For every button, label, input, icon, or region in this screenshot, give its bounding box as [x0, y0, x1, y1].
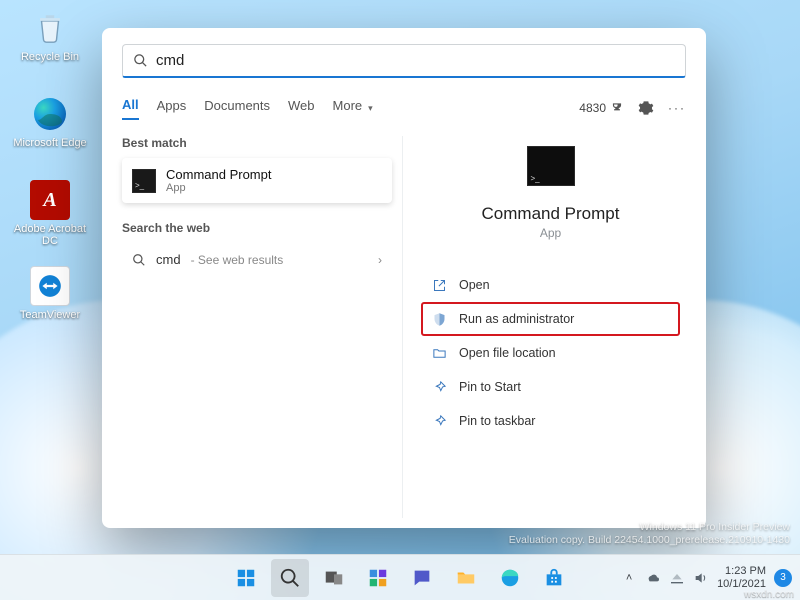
- widgets-icon: [367, 567, 389, 589]
- desktop-icon-label: TeamViewer: [20, 309, 80, 321]
- desktop-icon-recycle-bin[interactable]: Recycle Bin: [8, 8, 92, 80]
- search-web-label: Search the web: [122, 221, 392, 235]
- search-icon: [133, 53, 148, 68]
- desktop-icon-label: Adobe Acrobat DC: [8, 223, 92, 247]
- best-match-label: Best match: [122, 136, 392, 150]
- trophy-icon: [610, 101, 624, 115]
- desktop-icon-teamviewer[interactable]: TeamViewer: [8, 266, 92, 338]
- notification-center-button[interactable]: 3: [774, 569, 792, 587]
- windows-watermark: Windows 11 Pro Insider Preview Evaluatio…: [509, 521, 790, 548]
- teamviewer-icon: [30, 266, 70, 306]
- file-explorer-button[interactable]: [447, 559, 485, 597]
- folder-icon: [455, 567, 477, 589]
- chevron-down-icon: ▾: [368, 103, 373, 114]
- search-panel: All Apps Documents Web More ▾ 4830 ··· B…: [102, 28, 706, 528]
- edge-icon: [30, 94, 70, 134]
- tray-overflow-button[interactable]: ˄: [621, 570, 637, 586]
- search-box[interactable]: [122, 44, 686, 78]
- volume-icon[interactable]: [693, 570, 709, 586]
- onedrive-icon[interactable]: [645, 570, 661, 586]
- desktop-icon-adobe[interactable]: A Adobe Acrobat DC: [8, 180, 92, 252]
- tab-apps[interactable]: Apps: [157, 98, 187, 119]
- chat-icon: [411, 567, 433, 589]
- tab-documents[interactable]: Documents: [204, 98, 270, 119]
- store-icon: [543, 567, 565, 589]
- windows-logo-icon: [235, 567, 257, 589]
- chevron-right-icon: ›: [378, 253, 382, 267]
- tab-more[interactable]: More: [333, 98, 363, 119]
- folder-icon: [431, 345, 447, 361]
- desktop-icon-label: Microsoft Edge: [13, 137, 86, 149]
- desktop-icons: Recycle Bin Microsoft Edge A Adobe Acrob…: [8, 8, 92, 338]
- web-result-suffix: - See web results: [191, 253, 284, 267]
- result-subtitle: App: [166, 182, 271, 194]
- desktop-icon-label: Recycle Bin: [21, 51, 79, 63]
- open-icon: [431, 277, 447, 293]
- command-prompt-icon: [132, 169, 156, 193]
- more-options-button[interactable]: ···: [668, 101, 686, 115]
- search-tabs: All Apps Documents Web More ▾ 4830 ···: [122, 94, 686, 122]
- tab-web[interactable]: Web: [288, 98, 315, 119]
- rewards-points[interactable]: 4830: [579, 101, 624, 115]
- action-pin-to-taskbar[interactable]: Pin to taskbar: [421, 404, 680, 438]
- preview-actions: Open Run as administrator Open file loca…: [421, 268, 680, 438]
- taskbar-center: [227, 559, 573, 597]
- network-icon[interactable]: [669, 570, 685, 586]
- chat-button[interactable]: [403, 559, 441, 597]
- preview-subtitle: App: [540, 226, 561, 240]
- taskbar-search-button[interactable]: [271, 559, 309, 597]
- preview-app-icon: [527, 146, 575, 186]
- recycle-bin-icon: [30, 8, 70, 48]
- search-icon: [132, 253, 146, 267]
- system-tray: ˄ 1:23 PM 10/1/2021 3: [621, 565, 792, 590]
- preview-column: Command Prompt App Open Run as administr…: [402, 136, 686, 518]
- results-column: Best match Command Prompt App Search the…: [122, 136, 392, 518]
- task-view-icon: [323, 567, 345, 589]
- action-open-file-location[interactable]: Open file location: [421, 336, 680, 370]
- search-options-button[interactable]: [638, 100, 654, 116]
- adobe-icon: A: [30, 180, 70, 220]
- action-pin-to-start[interactable]: Pin to Start: [421, 370, 680, 404]
- pin-icon: [431, 379, 447, 395]
- search-icon: [279, 567, 301, 589]
- result-title: Command Prompt: [166, 167, 271, 182]
- widgets-button[interactable]: [359, 559, 397, 597]
- tab-all[interactable]: All: [122, 97, 139, 120]
- taskbar: ˄ 1:23 PM 10/1/2021 3: [0, 554, 800, 600]
- preview-title: Command Prompt: [482, 204, 620, 224]
- store-button[interactable]: [535, 559, 573, 597]
- start-button[interactable]: [227, 559, 265, 597]
- pin-icon: [431, 413, 447, 429]
- action-open[interactable]: Open: [421, 268, 680, 302]
- web-result-cmd[interactable]: cmd - See web results ›: [122, 243, 392, 276]
- search-header-actions: 4830 ···: [579, 100, 686, 116]
- task-view-button[interactable]: [315, 559, 353, 597]
- search-input[interactable]: [156, 52, 675, 69]
- action-run-as-administrator[interactable]: Run as administrator: [421, 302, 680, 336]
- shield-icon: [431, 311, 447, 327]
- edge-icon: [499, 567, 521, 589]
- web-result-term: cmd: [156, 252, 181, 267]
- edge-button[interactable]: [491, 559, 529, 597]
- taskbar-clock[interactable]: 1:23 PM 10/1/2021: [717, 565, 766, 590]
- result-command-prompt[interactable]: Command Prompt App: [122, 158, 392, 203]
- desktop-icon-edge[interactable]: Microsoft Edge: [8, 94, 92, 166]
- gear-icon: [638, 100, 654, 116]
